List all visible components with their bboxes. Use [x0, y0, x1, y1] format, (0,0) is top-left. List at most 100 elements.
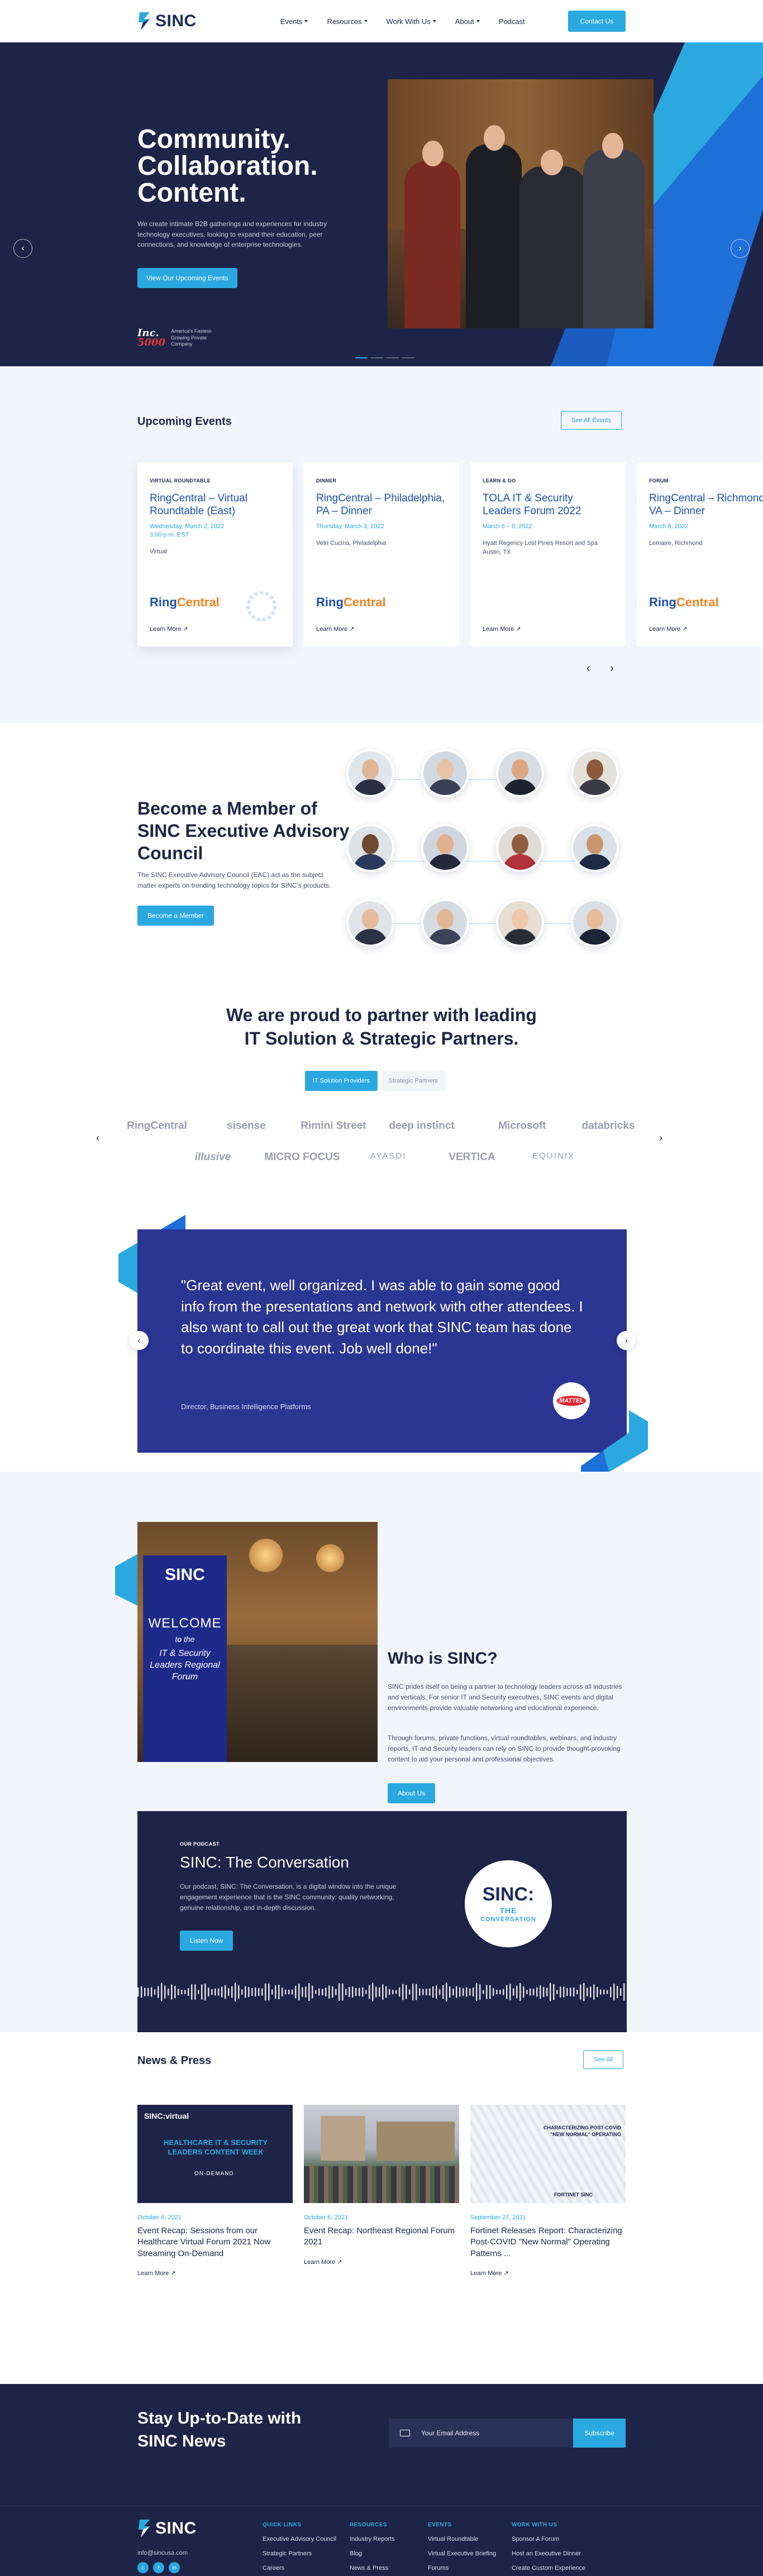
footer-link[interactable]: Blog [350, 2550, 395, 2557]
waveform-bar [194, 1984, 196, 2000]
partners-prev-arrow[interactable]: ‹ [96, 1132, 99, 1144]
subscribe-button[interactable]: Subscribe [573, 2419, 626, 2448]
newsletter-section: Stay Up-to-Date with SINC News Subscribe [0, 2384, 763, 2506]
event-card[interactable]: LEARN & GO TOLA IT & Security Leaders Fo… [470, 462, 626, 647]
nav-resources[interactable]: Resources [327, 17, 368, 26]
hero-prev-arrow[interactable]: ‹ [13, 239, 32, 258]
partners-section: We are proud to partner with leading IT … [0, 986, 763, 1204]
waveform-bar [506, 1985, 508, 1999]
learn-more-label: Learn More [483, 626, 514, 633]
footer-link[interactable]: Executive Advisory Council [263, 2536, 336, 2543]
news-card[interactable]: SINC:virtual HEALTHCARE IT & SECURITY LE… [137, 2105, 293, 2277]
testimonial-prev-arrow[interactable]: ‹ [130, 1331, 149, 1350]
hero-next-arrow[interactable]: › [731, 239, 750, 258]
see-all-news-button[interactable]: See All [583, 2050, 624, 2069]
news-headline: Event Recap: Sessions from our Healthcar… [137, 2226, 271, 2258]
listen-now-button[interactable]: Listen Now [180, 1931, 233, 1951]
footer-link[interactable]: Forums [428, 2565, 496, 2572]
learn-more-link[interactable]: Learn More ↗ [150, 625, 188, 633]
partner-logo[interactable]: Microsoft [480, 1120, 564, 1132]
learn-more-link[interactable]: Learn More ↗ [137, 2269, 293, 2277]
footer-link[interactable]: Virtual Executive Briefing [428, 2550, 496, 2557]
nav-podcast[interactable]: Podcast [499, 17, 525, 26]
nav-work-with-us[interactable]: Work With Us [387, 17, 436, 26]
tab-it-solution-providers[interactable]: IT Solution Providers [305, 1071, 378, 1091]
partner-logo[interactable]: illusive [171, 1151, 255, 1163]
carousel-dot[interactable] [355, 357, 368, 358]
banner-sub: to the [175, 1635, 195, 1644]
news-date: October 6, 2021 [137, 2214, 182, 2221]
learn-more-link[interactable]: Learn More ↗ [316, 625, 355, 633]
waveform-bar [623, 1983, 625, 2001]
partner-logo[interactable]: sisense [204, 1120, 288, 1132]
twitter-icon[interactable]: t [137, 2562, 149, 2573]
logo-text: SINC [155, 12, 197, 30]
learn-more-link[interactable]: Learn More ↗ [649, 625, 688, 633]
partner-logo[interactable]: databricks [566, 1120, 650, 1132]
photo-chandelier [316, 1544, 344, 1572]
footer-column-heading: RESOURCES [350, 2522, 387, 2528]
waveform-bar [496, 1989, 498, 1995]
carousel-dot[interactable] [371, 357, 383, 358]
nav-about[interactable]: About [455, 17, 480, 26]
nav-events[interactable]: Events [280, 17, 308, 26]
news-card[interactable]: CHARACTERIZING POST-COVID "NEW NORMAL" O… [470, 2105, 626, 2277]
learn-more-link[interactable]: Learn More ↗ [304, 2258, 459, 2266]
footer-link[interactable]: Sponsor A Forum [512, 2536, 585, 2543]
events-next-arrow[interactable]: › [610, 662, 614, 675]
carousel-dot[interactable] [387, 357, 399, 358]
footer-link[interactable]: Host an Executive Dinner [512, 2550, 585, 2557]
partner-logo[interactable]: AYASDI [346, 1151, 430, 1161]
footer-logo[interactable]: SINC [137, 2518, 197, 2539]
partners-next-arrow[interactable]: › [659, 1132, 662, 1144]
partner-logo[interactable]: deep instinct [380, 1120, 464, 1132]
header-logo[interactable]: SINC [137, 11, 197, 31]
see-all-events-button[interactable]: See All Events [561, 411, 622, 430]
photo-person-head [541, 150, 563, 175]
learn-more-link[interactable]: Learn More ↗ [470, 2269, 626, 2277]
news-card[interactable]: October 6, 2021 Event Recap: Northeast R… [304, 2105, 459, 2266]
footer-link[interactable]: Strategic Partners [263, 2550, 336, 2557]
footer-link[interactable]: Virtual Roundtable [428, 2536, 496, 2543]
partner-logo[interactable]: RingCentral [115, 1120, 199, 1132]
become-member-button[interactable]: Become a Member [137, 906, 214, 926]
who-paragraph: Through forums, private functions, virtu… [388, 1734, 621, 1764]
waveform-bar [137, 1988, 139, 1996]
carousel-dot[interactable] [402, 357, 414, 358]
event-location: Vetri Cucina, Philadelphia [316, 539, 387, 547]
waveform-bar [265, 1983, 266, 2001]
footer-email[interactable]: info@sincusa.com [137, 2550, 188, 2556]
footer-link[interactable]: Create Custom Experience [512, 2565, 585, 2572]
linkedin-icon[interactable]: in [169, 2562, 180, 2573]
footer-link[interactable]: Careers [263, 2565, 336, 2572]
event-card[interactable]: FORUM RingCentral – Richmond, VA – Dinne… [637, 462, 763, 647]
waveform-bar [406, 1985, 407, 1999]
partner-tabs: IT Solution Providers Strategic Partners [305, 1071, 446, 1091]
partner-logo[interactable]: VERTICA [430, 1151, 514, 1163]
waveform-bar [211, 1989, 213, 1995]
contact-us-button[interactable]: Contact Us [568, 11, 626, 32]
events-prev-arrow[interactable]: ‹ [586, 662, 590, 675]
view-events-button[interactable]: View Our Upcoming Events [137, 268, 237, 288]
footer-link[interactable]: News & Press [350, 2565, 395, 2572]
about-us-button[interactable]: About Us [388, 1783, 436, 1803]
testimonial-next-arrow[interactable]: › [617, 1331, 636, 1350]
waveform-bar [375, 1986, 377, 1998]
avatar-face [362, 759, 379, 779]
partner-logo[interactable]: Rimini Street [292, 1120, 375, 1132]
email-input[interactable] [389, 2419, 573, 2448]
membership-description: The SINC Executive Advisory Council (EAC… [137, 871, 331, 889]
learn-more-link[interactable]: Learn More ↗ [483, 625, 521, 633]
chevron-down-icon [476, 20, 480, 22]
event-card[interactable]: DINNER RingCentral – Philadelphia, PA – … [304, 462, 459, 647]
waveform-bar [409, 1989, 411, 1995]
waveform-bar [332, 1986, 333, 1998]
partner-logo[interactable]: MICRO FOCUS [260, 1151, 344, 1163]
facebook-icon[interactable]: f [153, 2562, 164, 2573]
learn-more-label: Learn More [304, 2258, 336, 2266]
event-card[interactable]: VIRTUAL ROUNDTABLE RingCentral – Virtual… [137, 462, 293, 647]
partner-logo[interactable]: EQUINIX [512, 1151, 595, 1161]
tab-strategic-partners[interactable]: Strategic Partners [380, 1071, 446, 1091]
hero-photo [388, 79, 654, 328]
footer-link[interactable]: Industry Reports [350, 2536, 395, 2543]
